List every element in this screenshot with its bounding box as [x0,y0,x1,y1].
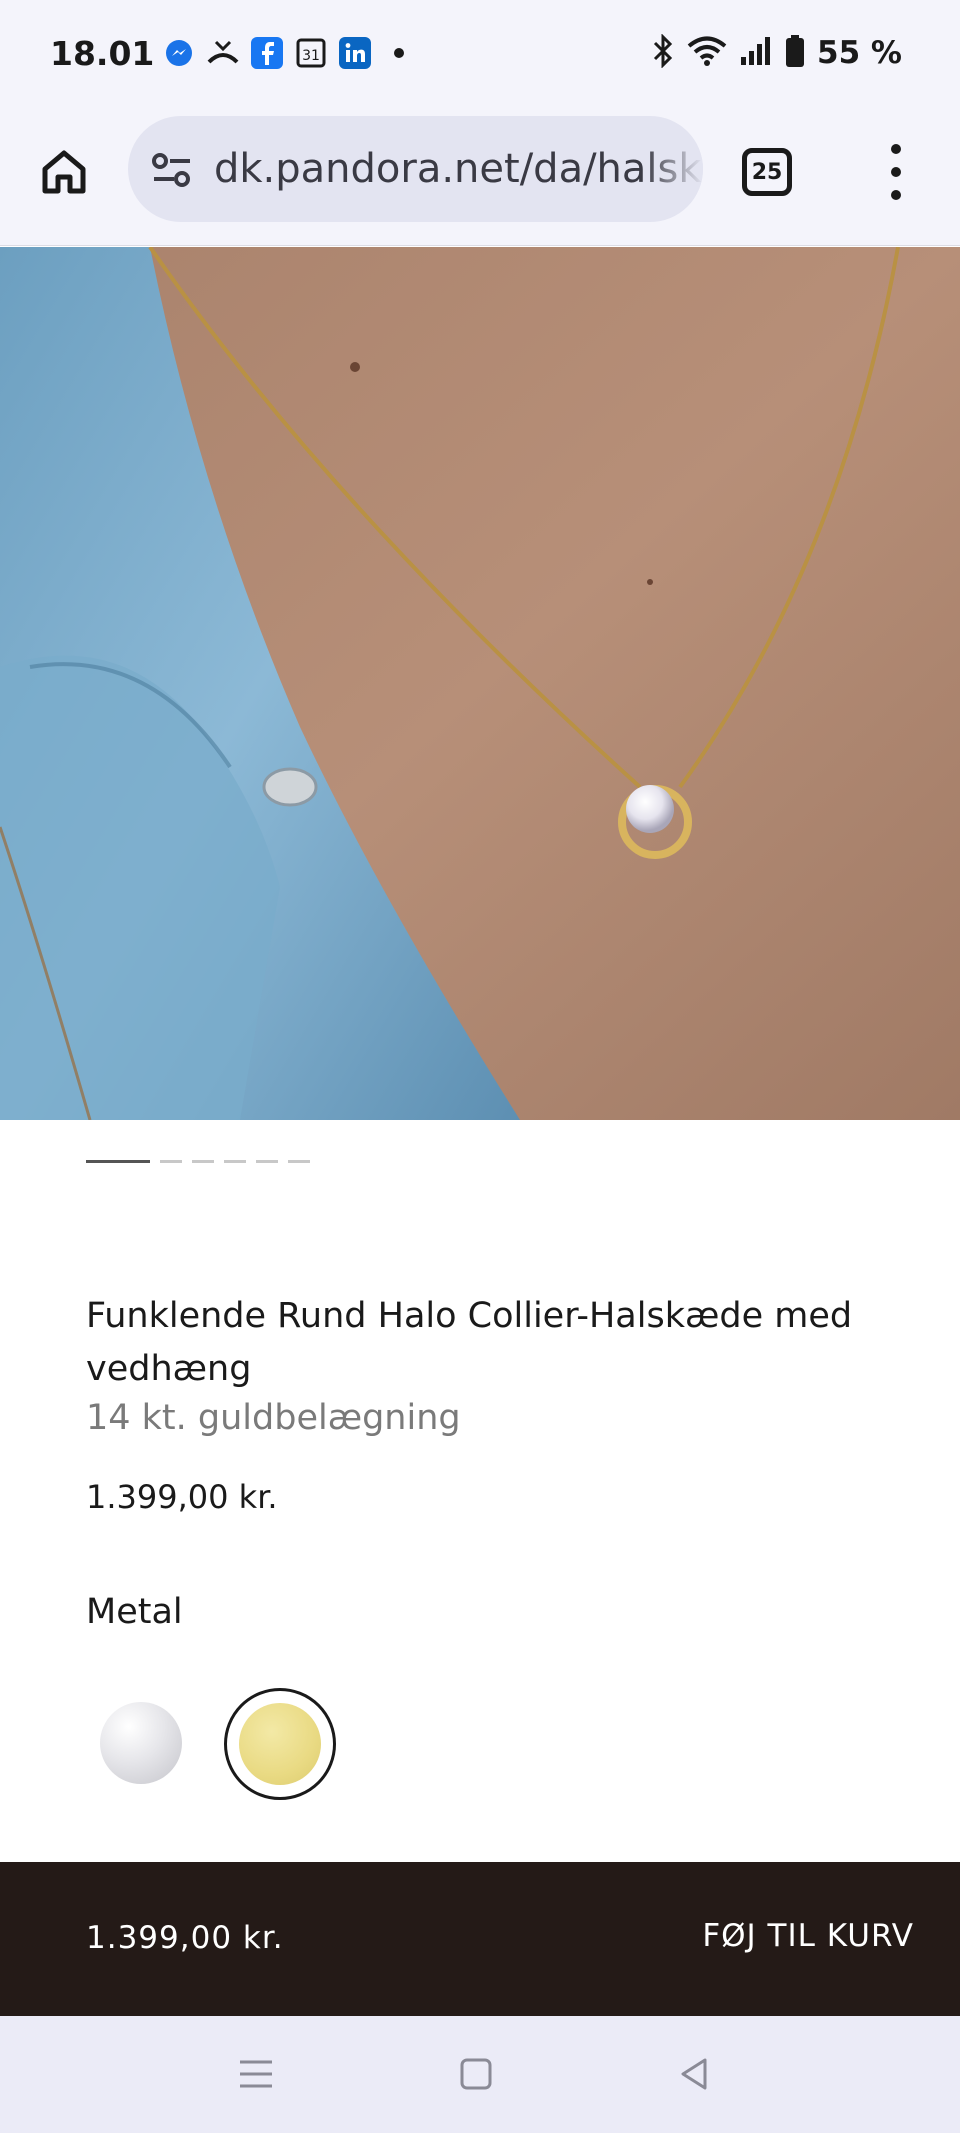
sticky-cart-bar: 1.399,00 kr. FØJ TIL KURV [0,1862,960,2016]
recent-apps-button[interactable] [234,2052,278,2096]
tab-count: 25 [751,159,783,185]
status-bar: 18.01 31 55 % [0,0,960,110]
metal-label: Metal [86,1592,183,1632]
menu-dot [891,167,901,177]
site-settings-icon[interactable] [150,148,194,192]
tab-switcher-button[interactable]: 25 [742,148,792,196]
home-nav-button[interactable] [454,2052,498,2096]
metal-swatch-gold-selected[interactable] [224,1688,336,1800]
linkedin-icon [338,36,372,70]
calendar-icon: 31 [294,36,328,70]
home-button[interactable] [36,144,92,200]
cart-bar-price: 1.399,00 kr. [86,1920,284,1956]
menu-lines-icon [240,2060,272,2088]
carousel-dot[interactable] [192,1160,214,1163]
metal-swatch-silver[interactable] [100,1702,182,1784]
product-material: 14 kt. guldbelægning [86,1398,461,1438]
back-triangle-icon [681,2058,707,2090]
browser-toolbar: dk.pandora.net/da/halsk 25 [0,110,960,246]
square-icon [460,2058,492,2090]
address-bar[interactable]: dk.pandora.net/da/halsk [128,116,703,222]
carousel-dot[interactable] [256,1160,278,1163]
notification-icons: 31 [162,36,416,70]
wifi-icon [687,35,727,71]
back-button[interactable] [672,2052,716,2096]
menu-dot [891,190,901,200]
home-icon [42,150,86,194]
signal-icon [739,35,773,71]
url-text[interactable]: dk.pandora.net/da/halsk [214,146,702,192]
status-time: 18.01 [50,34,155,73]
add-to-cart-button[interactable]: FØJ TIL KURV [702,1918,914,1954]
metal-swatch-gold [239,1703,321,1785]
product-title: Funklende Rund Halo Collier-Halskæde med… [86,1296,853,1389]
carousel-dot[interactable] [288,1160,310,1163]
facebook-icon [250,36,284,70]
system-navigation-bar [0,2016,960,2133]
system-icons: 55 % [651,33,902,72]
image-carousel-indicator[interactable] [86,1160,310,1163]
more-options-icon[interactable] [876,144,916,200]
messenger-icon [162,36,196,70]
product-price: 1.399,00 kr. [86,1478,278,1516]
carousel-dot[interactable] [224,1160,246,1163]
battery-level: 55 % [817,35,902,71]
menu-dot [891,144,901,154]
missed-call-icon [206,36,240,70]
bluetooth-icon [651,33,675,72]
carousel-dot[interactable] [86,1160,150,1163]
calendar-day-text: 31 [302,48,320,64]
carousel-dot[interactable] [160,1160,182,1163]
dot-icon [382,36,416,70]
battery-icon [785,34,805,72]
url-fade [643,116,703,222]
product-image[interactable] [0,247,960,1120]
